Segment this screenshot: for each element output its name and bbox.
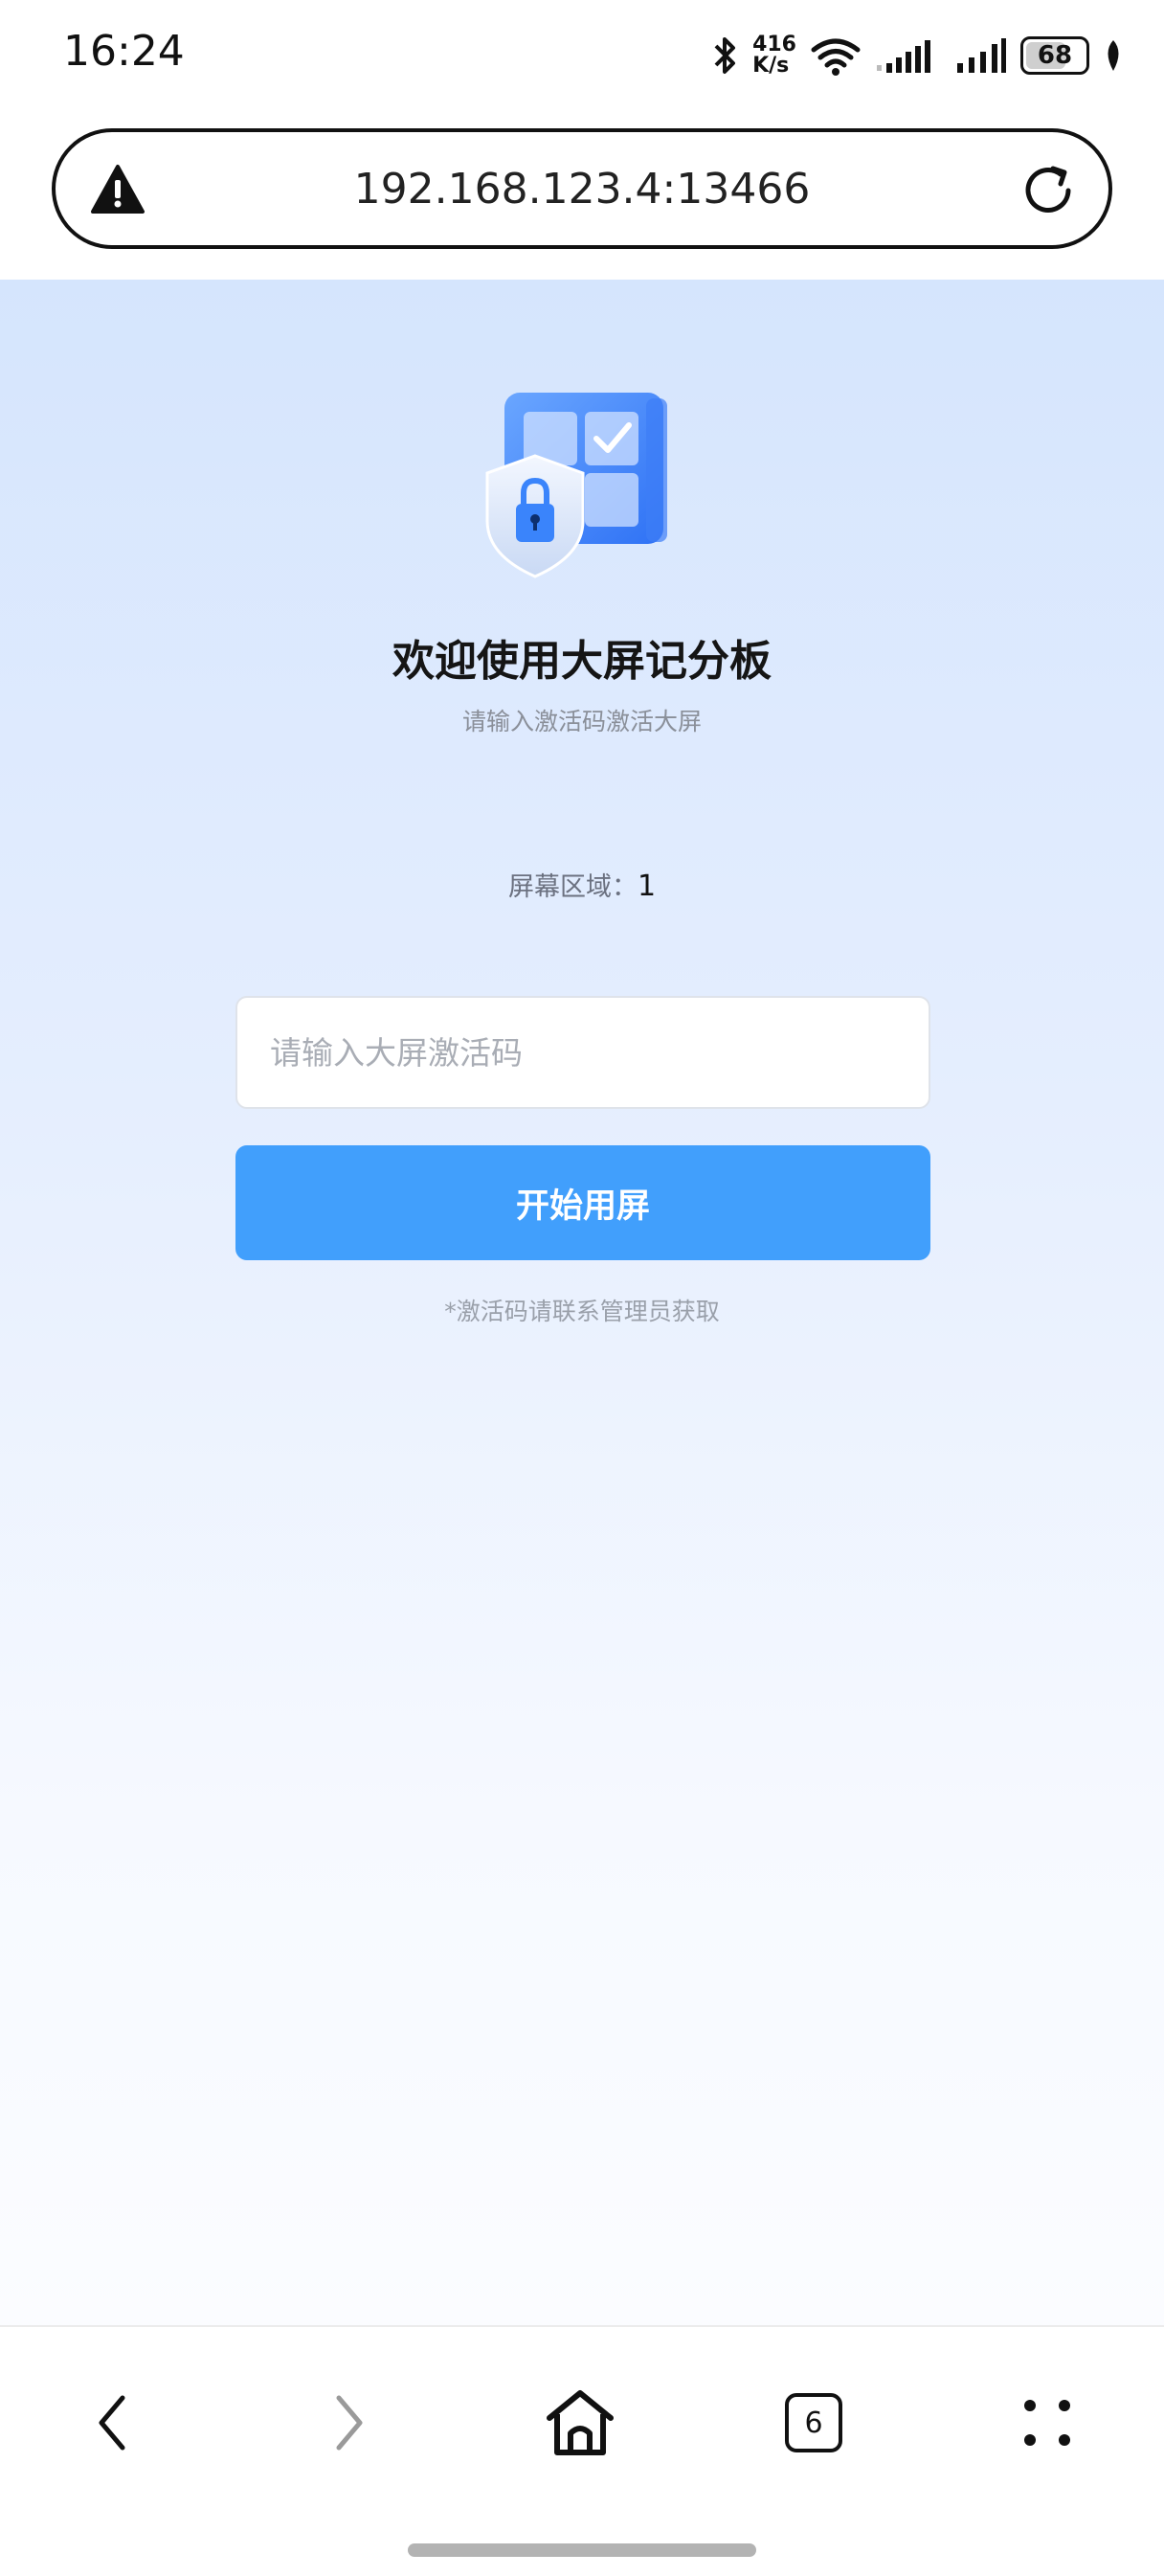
- tab-count: 6: [804, 2406, 823, 2440]
- address-bar[interactable]: 192.168.123.4:13466: [52, 128, 1112, 249]
- page-content: 欢迎使用大屏记分板 请输入激活码激活大屏 屏幕区域：1 开始用屏 *激活码请联系…: [0, 280, 1164, 2325]
- forward-icon: [336, 2395, 363, 2451]
- home-button[interactable]: [532, 2375, 628, 2471]
- tabs-icon: 6: [785, 2393, 842, 2452]
- wifi-icon: [811, 38, 861, 76]
- net-speed: 416 K/s: [752, 34, 796, 77]
- activation-hint: *激活码请联系管理员获取: [444, 1298, 720, 1325]
- back-icon: [99, 2395, 125, 2451]
- status-icons: 416 K/s 68: [710, 29, 1124, 82]
- activation-code-input[interactable]: [235, 996, 930, 1109]
- page-subtitle: 请输入激活码激活大屏: [461, 708, 702, 735]
- net-speed-value: 416: [752, 33, 796, 56]
- url-text[interactable]: 192.168.123.4:13466: [56, 165, 1108, 214]
- menu-icon: [1024, 2400, 1070, 2446]
- cell-signal-icon: [877, 40, 930, 73]
- screen-area-row: 屏幕区域：1: [0, 866, 1164, 903]
- screen-area-label: 屏幕区域：: [507, 872, 638, 902]
- status-time: 16:24: [63, 27, 185, 76]
- cell-signal-icon-2: [957, 38, 1006, 73]
- menu-button[interactable]: [999, 2375, 1095, 2471]
- battery-icon: 68: [1020, 36, 1089, 75]
- screen-area-value: 1: [637, 870, 657, 903]
- net-speed-unit: K/s: [752, 54, 790, 78]
- start-button[interactable]: 开始用屏: [235, 1145, 930, 1260]
- reload-icon[interactable]: [1018, 161, 1078, 220]
- home-icon: [547, 2390, 614, 2455]
- tabs-button[interactable]: 6: [766, 2375, 862, 2471]
- home-indicator[interactable]: [408, 2543, 756, 2557]
- battery-level: 68: [1037, 41, 1073, 70]
- forward-button[interactable]: [301, 2375, 396, 2471]
- page-title: 欢迎使用大屏记分板: [392, 637, 772, 686]
- bottom-nav: 6: [0, 2325, 1164, 2576]
- leaf-icon: [1108, 40, 1119, 71]
- back-button[interactable]: [65, 2375, 161, 2471]
- bluetooth-icon: [714, 37, 736, 74]
- status-bar: 16:24 416 K/s 68: [0, 0, 1164, 115]
- scoreboard-lock-icon: [485, 393, 667, 578]
